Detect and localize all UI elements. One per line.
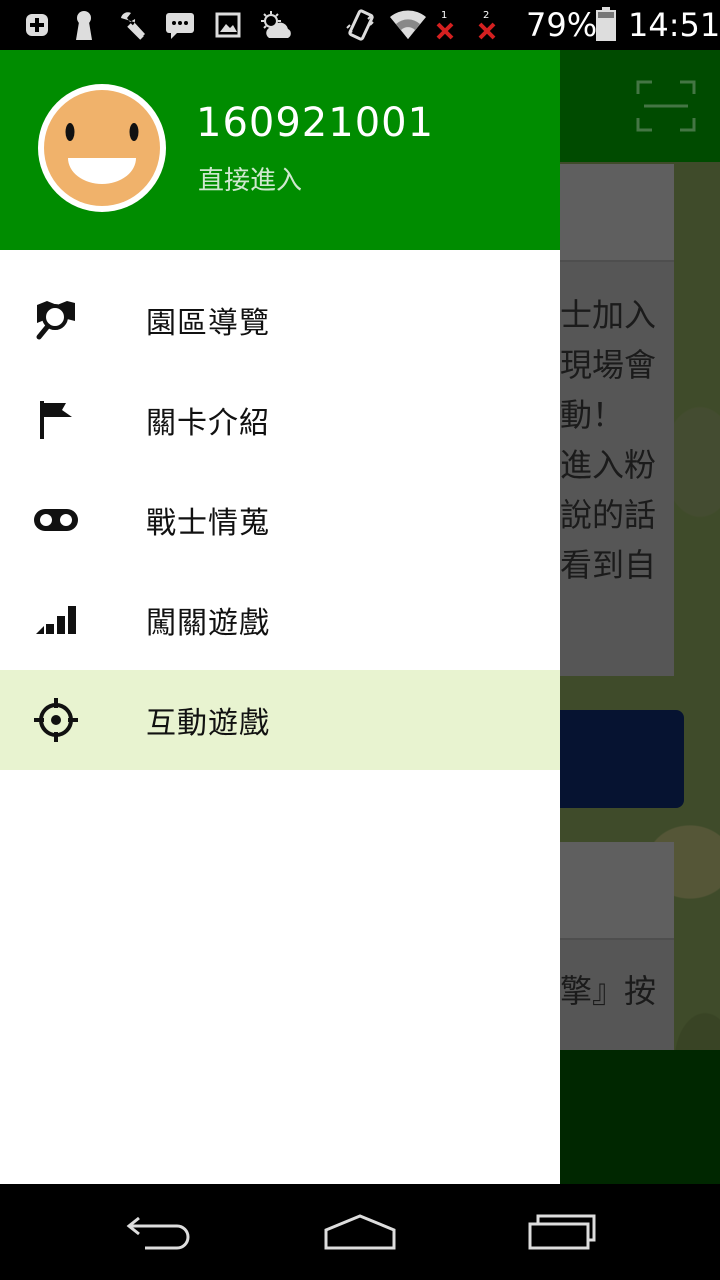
clock: 14:51 xyxy=(628,6,720,44)
back-icon[interactable] xyxy=(124,1202,196,1262)
weather-icon xyxy=(258,10,294,40)
binoculars-icon xyxy=(32,498,80,542)
crosshair-icon xyxy=(32,698,80,742)
map-search-icon xyxy=(32,298,80,342)
message-icon xyxy=(164,10,196,40)
menu-item-label: 園區導覽 xyxy=(146,306,270,341)
user-subtitle[interactable]: 直接進入 xyxy=(198,160,302,197)
drawer-menu: 園區導覽 關卡介紹 戰士情蒐 闖關遊戲 互動遊戲 xyxy=(0,270,560,770)
navigation-drawer: 160921001 直接進入 園區導覽 關卡介紹 戰士情蒐 闖關遊戲 互動遊戲 xyxy=(0,50,560,1184)
sim2-no-signal-icon: 2 xyxy=(474,10,502,40)
menu-item-stage-intro[interactable]: 關卡介紹 xyxy=(0,370,560,470)
menu-item-label: 互動遊戲 xyxy=(146,706,270,741)
smiley-avatar-icon[interactable] xyxy=(36,82,168,214)
recents-icon[interactable] xyxy=(524,1202,600,1262)
menu-item-challenge-game[interactable]: 闖關遊戲 xyxy=(0,570,560,670)
flag-icon xyxy=(32,398,80,442)
svg-text:1: 1 xyxy=(441,10,447,21)
menu-item-intel[interactable]: 戰士情蒐 xyxy=(0,470,560,570)
battery-percent: 79% xyxy=(526,6,598,44)
status-bar: 1 2 79% 14:51 xyxy=(0,0,720,50)
svg-text:2: 2 xyxy=(483,10,489,21)
add-icon xyxy=(24,10,50,40)
keyhole-icon xyxy=(72,10,96,40)
system-nav-bar xyxy=(0,1184,720,1280)
sim1-no-signal-icon: 1 xyxy=(432,10,460,40)
menu-item-label: 戰士情蒐 xyxy=(146,506,270,541)
wifi-icon xyxy=(388,10,428,40)
menu-item-interactive-game[interactable]: 互動遊戲 xyxy=(0,670,560,770)
home-icon[interactable] xyxy=(320,1202,400,1262)
menu-item-park-guide[interactable]: 園區導覽 xyxy=(0,270,560,370)
wrench-icon xyxy=(116,10,148,40)
signal-bars-icon xyxy=(32,598,80,642)
battery-icon xyxy=(594,6,618,42)
user-name: 160921001 xyxy=(196,100,435,146)
image-icon xyxy=(214,10,242,40)
drawer-header: 160921001 直接進入 xyxy=(0,50,560,250)
vibrate-icon xyxy=(344,9,376,41)
menu-item-label: 闖關遊戲 xyxy=(146,606,270,641)
menu-item-label: 關卡介紹 xyxy=(146,406,270,441)
